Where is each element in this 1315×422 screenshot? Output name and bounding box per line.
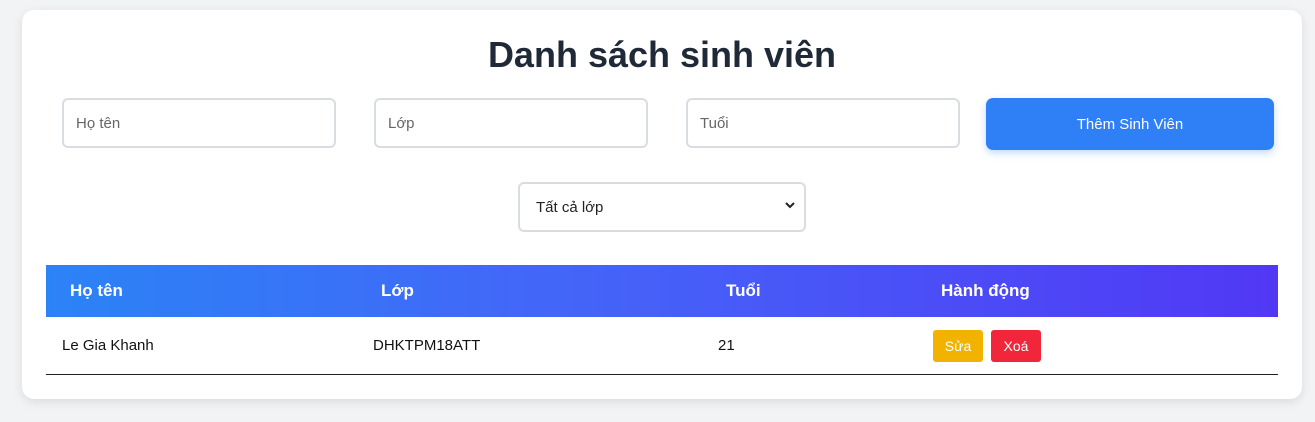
page-title: Danh sách sinh viên xyxy=(487,34,837,75)
column-header-name: Họ tên xyxy=(70,281,123,300)
table-row: Le Gia Khanh DHKTPM18ATT 21 Sửa Xoá xyxy=(46,317,1278,375)
age-input[interactable] xyxy=(686,98,960,148)
class-input[interactable] xyxy=(374,98,648,148)
delete-button[interactable]: Xoá xyxy=(991,330,1041,362)
class-filter-selected: Tất cả lớp xyxy=(536,198,604,216)
cell-name: Le Gia Khanh xyxy=(62,337,154,354)
table-header: Họ tên Lớp Tuổi Hành động xyxy=(46,265,1278,317)
chevron-down-icon xyxy=(785,202,795,209)
add-student-button[interactable]: Thêm Sinh Viên xyxy=(986,98,1274,150)
column-header-age: Tuổi xyxy=(726,281,761,300)
column-header-class: Lớp xyxy=(381,281,414,300)
edit-button[interactable]: Sửa xyxy=(933,330,983,362)
cell-class: DHKTPM18ATT xyxy=(373,337,481,354)
class-filter-select[interactable]: Tất cả lớp xyxy=(518,182,806,232)
cell-age: 21 xyxy=(718,337,735,354)
column-header-actions: Hành động xyxy=(941,281,1030,300)
student-table: Họ tên Lớp Tuổi Hành động Le Gia Khanh D… xyxy=(46,265,1278,375)
student-list-card: Danh sách sinh viên Thêm Sinh Viên Tất c… xyxy=(22,10,1302,399)
name-input[interactable] xyxy=(62,98,336,148)
